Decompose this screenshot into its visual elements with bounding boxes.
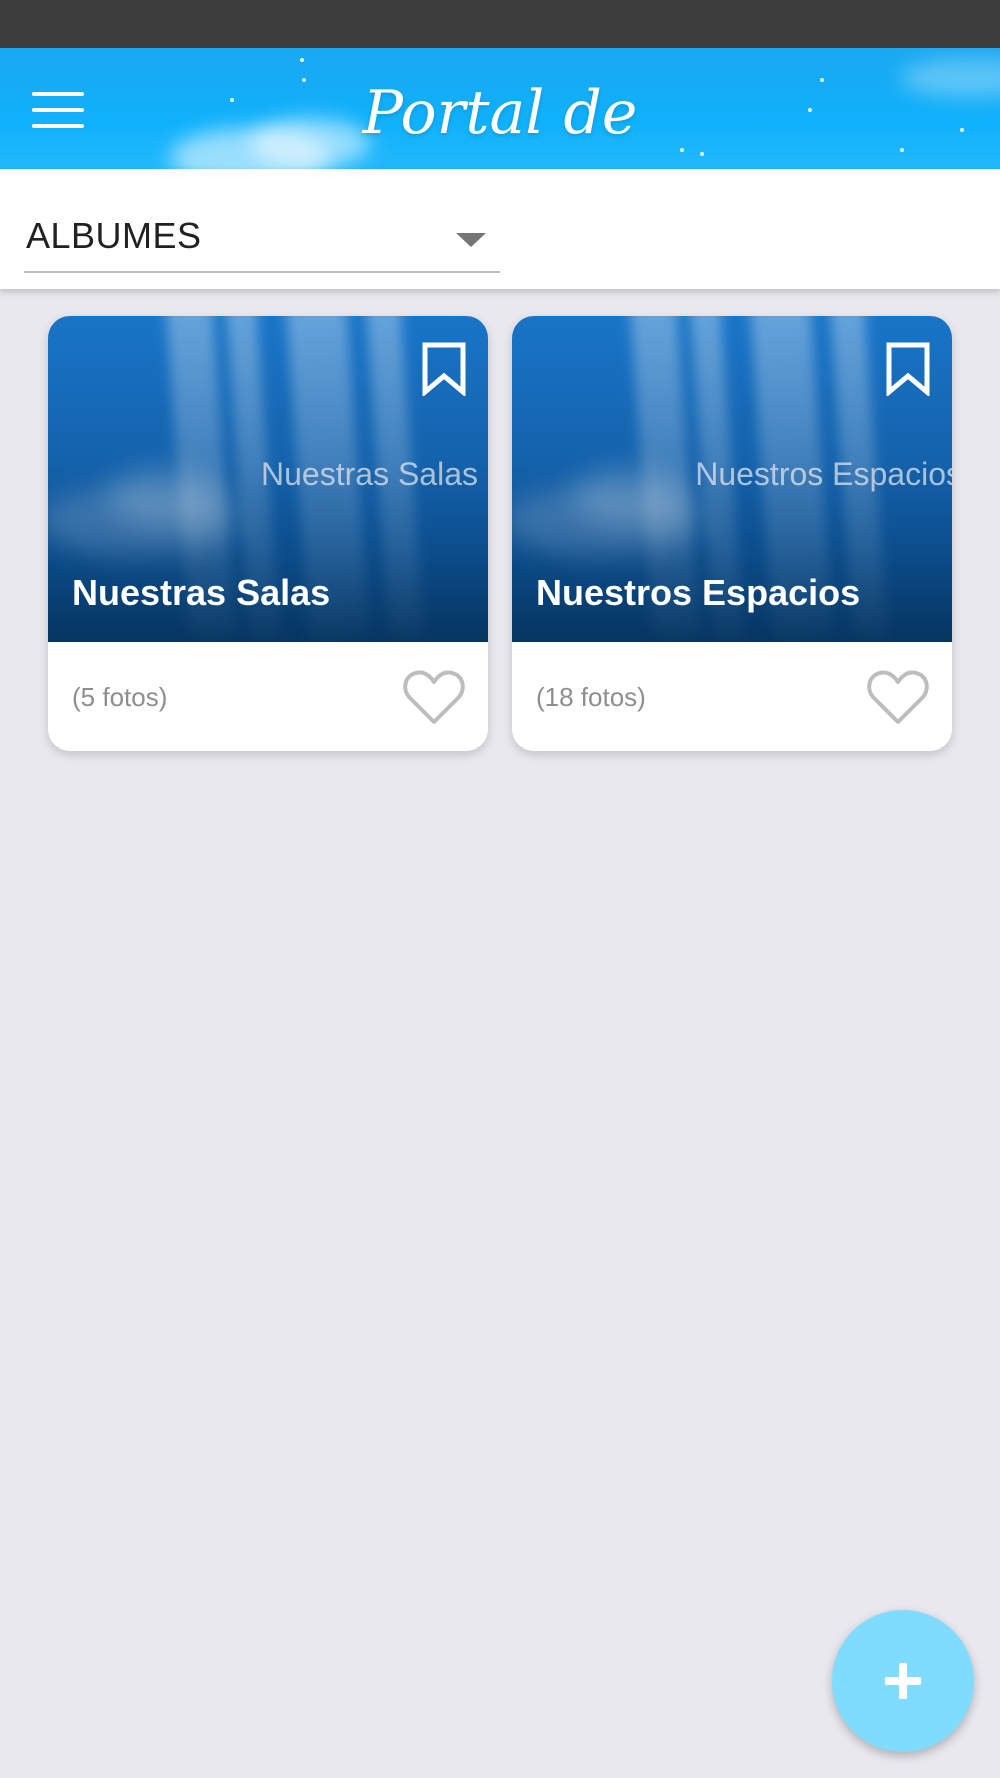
album-cover-text: Nuestras Salas: [261, 456, 478, 492]
album-photo-count: (5 fotos): [72, 682, 168, 712]
star-decoration: [820, 78, 824, 82]
album-cover-image: Nuestros Espacios Nuestros Espacios: [512, 316, 952, 642]
menu-button[interactable]: [28, 88, 88, 132]
bookmark-icon: [886, 342, 930, 398]
album-card[interactable]: Nuestros Espacios Nuestros Espacios (18 …: [512, 316, 952, 751]
bookmark-button[interactable]: [884, 342, 932, 398]
album-card[interactable]: Nuestras Salas Nuestras Salas (5 fotos): [48, 316, 488, 751]
caret-down-icon: [456, 233, 486, 247]
heart-outline-icon: [867, 670, 929, 724]
favorite-button[interactable]: [866, 668, 930, 726]
star-decoration: [300, 58, 304, 62]
favorite-button[interactable]: [402, 668, 466, 726]
bookmark-icon: [422, 342, 466, 398]
star-decoration: [960, 128, 964, 132]
album-title: Nuestros Espacios: [536, 572, 861, 613]
app-logo-title: Portal de Luz: [362, 78, 638, 169]
toolbar: ALBUMES: [0, 169, 1000, 289]
plus-icon: [885, 1663, 921, 1699]
star-decoration: [700, 152, 704, 156]
dropdown-selected-value: ALBUMES: [26, 215, 202, 256]
star-decoration: [900, 148, 904, 152]
album-type-dropdown[interactable]: ALBUMES: [24, 209, 500, 273]
album-cover-text: Nuestros Espacios: [695, 456, 952, 492]
album-title: Nuestras Salas: [72, 572, 331, 613]
star-decoration: [230, 98, 234, 102]
album-cover-image: Nuestras Salas Nuestras Salas: [48, 316, 488, 642]
bookmark-button[interactable]: [420, 342, 468, 398]
add-album-button[interactable]: [832, 1610, 974, 1752]
album-photo-count: (18 fotos): [536, 682, 646, 712]
cloud-decoration: [900, 58, 1000, 98]
star-decoration: [808, 108, 812, 112]
app-header: Portal de Luz: [0, 48, 1000, 169]
status-bar: [0, 0, 1000, 48]
heart-outline-icon: [403, 670, 465, 724]
